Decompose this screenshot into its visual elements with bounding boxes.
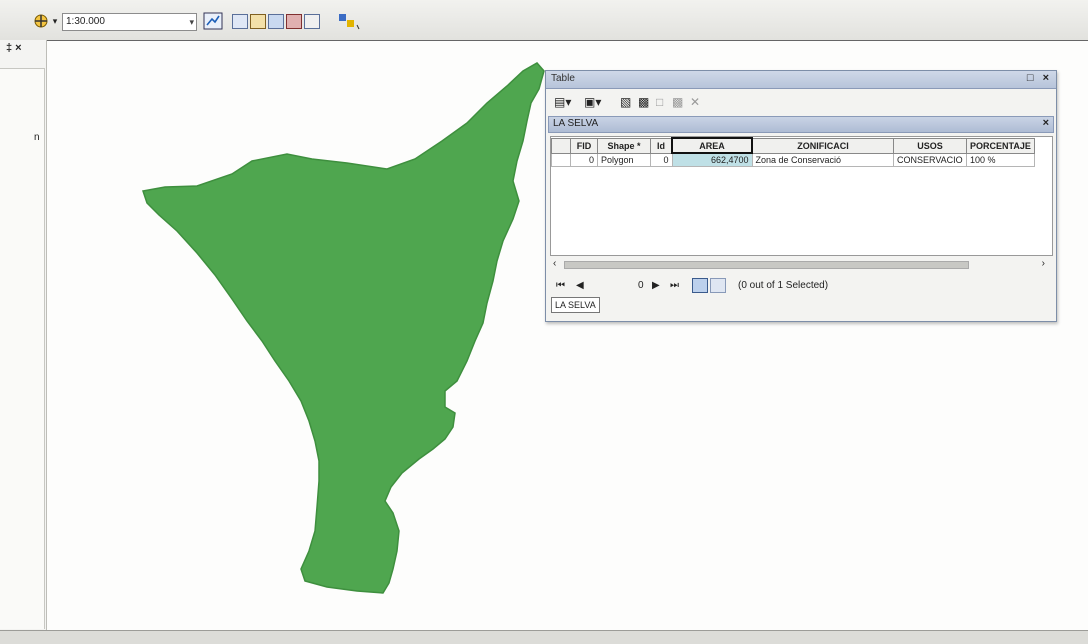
next-record-icon[interactable]: ▶	[652, 280, 660, 291]
column-header-zonificaci[interactable]: ZONIFICACI	[751, 137, 894, 154]
record-number-field[interactable]: 0	[638, 280, 644, 291]
record-navigation-bar: ⏮ ◀ 0 ▶ ⏭ (0 out of 1 Selected)	[552, 277, 1052, 297]
selection-status-text: (0 out of 1 Selected)	[738, 280, 829, 291]
close-icon[interactable]: ×	[1043, 117, 1049, 129]
main-toolbar: ▾ 1:30.000 ▾	[0, 0, 1088, 41]
cell-area[interactable]: 662,4700	[671, 152, 753, 167]
table-options-icon[interactable]: ▤▾	[554, 95, 571, 109]
table-window[interactable]: Table □ × ▤▾ ▣▾ ▧ ▩ □ ▩ ✕ LA SELVA × FID…	[545, 70, 1057, 322]
pan-tool-icon[interactable]	[30, 12, 52, 30]
switch-selection-icon[interactable]: ▩	[638, 95, 649, 109]
layer-tab[interactable]: LA SELVA	[551, 297, 600, 313]
map-scale-value: 1:30.000	[66, 16, 105, 27]
table-toolbar: ▤▾ ▣▾ ▧ ▩ □ ▩ ✕	[546, 89, 1056, 115]
editor-toolbar-icon[interactable]	[203, 12, 223, 30]
select-by-attributes-icon[interactable]: ▧	[620, 95, 631, 109]
show-all-records-icon[interactable]	[692, 278, 708, 293]
scrollbar-thumb[interactable]	[564, 261, 969, 269]
dock-pin-close-icon[interactable]: ‡ ×	[6, 42, 22, 54]
zoom-to-selected-icon[interactable]: ▩	[672, 95, 683, 109]
attribute-table-icon[interactable]	[232, 12, 248, 30]
column-header-area[interactable]: AREA	[671, 137, 753, 154]
window-restore-close-icon[interactable]: □ ×	[1027, 72, 1052, 84]
identify-icon[interactable]	[268, 12, 284, 30]
show-selected-records-icon[interactable]	[710, 278, 726, 293]
column-header-usos[interactable]: USOS	[893, 137, 967, 154]
scroll-left-icon[interactable]: ‹	[553, 258, 556, 269]
cell-id[interactable]: 0	[650, 152, 673, 167]
row-selector[interactable]	[551, 152, 571, 167]
column-header-porcentaje[interactable]: PORCENTAJE	[966, 137, 1035, 154]
toc-content-area	[0, 68, 45, 629]
status-bar	[0, 630, 1088, 644]
table-row[interactable]: 0 Polygon 0 662,4700 Zona de Conservació…	[551, 152, 1035, 167]
cell-zonificaci[interactable]: Zona de Conservació	[751, 152, 894, 167]
python-window-icon[interactable]	[336, 12, 362, 30]
column-header-shape[interactable]: Shape *	[597, 137, 651, 154]
delete-selected-icon[interactable]: ✕	[690, 95, 700, 109]
first-record-icon[interactable]: ⏮	[556, 280, 565, 291]
la-selva-polygon[interactable]	[142, 62, 545, 594]
column-header-id[interactable]: Id	[650, 137, 673, 154]
cell-porcentaje[interactable]: 100 %	[966, 152, 1035, 167]
attribute-table: FID Shape * Id AREA ZONIFICACI USOS PORC…	[551, 137, 1035, 167]
scroll-right-icon[interactable]: ›	[1042, 258, 1045, 269]
table-window-titlebar[interactable]: Table □ ×	[546, 71, 1056, 89]
catalog-icon[interactable]	[304, 12, 320, 30]
attribute-grid[interactable]: FID Shape * Id AREA ZONIFICACI USOS PORC…	[550, 136, 1053, 256]
horizontal-scrollbar[interactable]: ‹ ›	[550, 258, 1053, 272]
previous-record-icon[interactable]: ◀	[576, 280, 584, 291]
toc-partial-label: n	[34, 132, 40, 143]
table-header-row: FID Shape * Id AREA ZONIFICACI USOS PORC…	[551, 137, 1035, 154]
chevron-down-icon[interactable]: ▾	[189, 14, 194, 30]
table-of-contents-panel: ‡ × n	[0, 40, 47, 643]
layer-table-header: LA SELVA ×	[548, 116, 1054, 133]
clear-selection-icon[interactable]: □	[656, 95, 663, 109]
column-header-selector[interactable]	[551, 137, 571, 154]
cell-shape[interactable]: Polygon	[597, 152, 651, 167]
map-scale-combobox[interactable]: 1:30.000 ▾	[62, 13, 197, 31]
related-tables-icon[interactable]: ▣▾	[584, 95, 601, 109]
report-icon[interactable]	[286, 12, 302, 30]
table-window-title: Table	[551, 73, 575, 84]
last-record-icon[interactable]: ⏭	[670, 280, 679, 291]
pan-dropdown-icon[interactable]: ▾	[50, 12, 60, 30]
layout-icon[interactable]	[250, 12, 266, 30]
column-header-fid[interactable]: FID	[570, 137, 598, 154]
layer-table-title: LA SELVA	[553, 118, 599, 129]
cell-usos[interactable]: CONSERVACIO	[893, 152, 967, 167]
cell-fid[interactable]: 0	[570, 152, 598, 167]
